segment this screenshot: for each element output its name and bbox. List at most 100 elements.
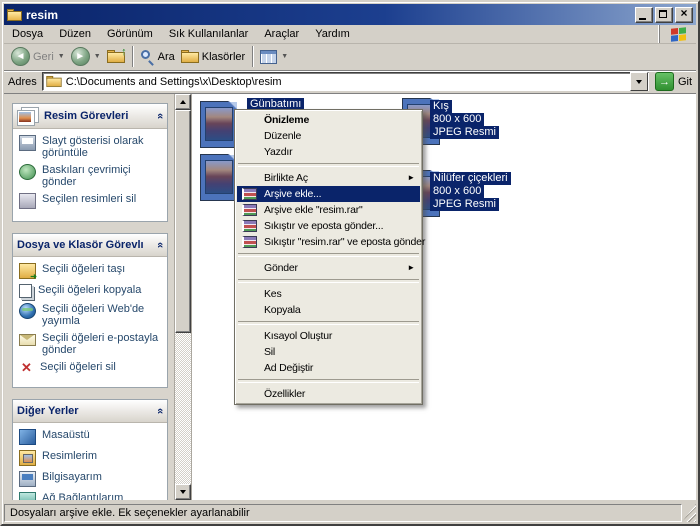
scroll-up-button[interactable] [175, 94, 191, 110]
windows-logo [659, 25, 696, 43]
window-title: resim [26, 8, 635, 22]
menu-bar: Dosya Düzen Görünüm Sık Kullanılanlar Ar… [4, 25, 696, 44]
menu-duzen[interactable]: Düzen [51, 26, 99, 42]
forward-dropdown-icon[interactable]: ▼ [94, 53, 101, 60]
folders-button[interactable]: Klasörler [178, 49, 248, 64]
toolbar-separator [252, 46, 253, 67]
menu-item-gonder[interactable]: Gönder► [237, 260, 420, 276]
menu-item-sikistir-eposta[interactable]: Sıkıştır ve eposta gönder... [237, 218, 420, 234]
toolbar: ◄ Geri ▼ ► ▼ ↑ Ara Klasörler ▼ [4, 43, 696, 71]
menu-item-yazdir[interactable]: Yazdır [237, 144, 420, 160]
collapse-chevron-icon[interactable]: « [154, 408, 166, 414]
file-thumbnail-hidden[interactable] [200, 154, 238, 201]
panel-file-folder-tasks-header[interactable]: Dosya ve Klasör Görevlı « [13, 234, 167, 257]
task-order-prints[interactable]: Baskıları çevrimiçi gönder [19, 164, 163, 188]
scroll-down-button[interactable] [175, 484, 191, 500]
search-button[interactable]: Ara [137, 48, 178, 65]
order-prints-online-icon [19, 164, 36, 180]
address-folder-icon [46, 76, 61, 87]
task-move-items[interactable]: Seçili öğeleri taşı [19, 263, 163, 279]
publish-web-icon [19, 303, 36, 319]
menu-item-duzenle[interactable]: Düzenle [237, 128, 420, 144]
address-combo[interactable]: C:\Documents and Settings\x\Desktop\resi… [42, 72, 649, 91]
move-items-icon [19, 263, 36, 279]
maximize-button[interactable] [655, 7, 673, 23]
address-path[interactable]: C:\Documents and Settings\x\Desktop\resi… [66, 76, 282, 88]
menu-item-kes[interactable]: Kes [237, 286, 420, 302]
file-label-nilufer[interactable]: Nilüfer çiçekleri 800 x 600 JPEG Resmi [430, 172, 511, 211]
menu-separator [238, 253, 419, 257]
place-my-pictures[interactable]: Resimlerim [19, 450, 163, 466]
minimize-icon [639, 18, 646, 20]
views-button[interactable]: ▼ [257, 49, 291, 65]
views-dropdown-icon[interactable]: ▼ [281, 53, 288, 60]
winrar-icon [242, 220, 257, 232]
sidebar-scrollbar[interactable] [174, 94, 191, 500]
folder-icon [7, 9, 22, 21]
menu-dosya[interactable]: Dosya [4, 26, 51, 42]
close-button[interactable]: × [675, 7, 693, 23]
menu-araclar[interactable]: Araçlar [256, 26, 307, 42]
file-label-kis[interactable]: Kış 800 x 600 JPEG Resmi [430, 100, 499, 139]
email-items-icon [19, 334, 36, 346]
address-dropdown-button[interactable] [630, 72, 648, 91]
panel-picture-tasks-header[interactable]: Resim Görevleri « [13, 104, 167, 129]
scroll-down-icon [180, 490, 186, 494]
picture-tasks-icon [17, 107, 39, 125]
minimize-button[interactable] [635, 7, 653, 23]
panel-title: Dosya ve Klasör Görevlı [17, 239, 157, 251]
collapse-chevron-icon[interactable]: « [154, 242, 166, 248]
status-bar: Dosyaları arşive ekle. Ek seçenekler aya… [4, 502, 696, 522]
menu-separator [238, 163, 419, 167]
menu-item-sil[interactable]: Sil [237, 344, 420, 360]
menu-item-arsive-ekle-rar[interactable]: Arşive ekle "resim.rar" [237, 202, 420, 218]
back-dropdown-icon[interactable]: ▼ [58, 53, 65, 60]
menu-item-ozellikler[interactable]: Özellikler [237, 386, 420, 402]
panel-other-places-header[interactable]: Diğer Yerler « [13, 400, 167, 423]
place-desktop[interactable]: Masaüstü [19, 429, 163, 445]
delete-items-icon: ✕ [19, 361, 34, 375]
task-delete-items[interactable]: ✕ Seçili öğeleri sil [19, 361, 163, 375]
go-button[interactable]: → Git [655, 72, 692, 91]
menu-gorunum[interactable]: Görünüm [99, 26, 161, 42]
menu-item-birlikte-ac[interactable]: Birlikte Aç► [237, 170, 420, 186]
menu-yardim[interactable]: Yardım [307, 26, 358, 42]
toolbar-separator [132, 46, 133, 67]
close-icon: × [676, 6, 692, 20]
network-places-icon [19, 492, 36, 500]
menu-item-ad-degistir[interactable]: Ad Değiştir [237, 360, 420, 376]
slideshow-icon [19, 135, 36, 151]
menu-item-arsive-ekle[interactable]: Arşive ekle... [237, 186, 420, 202]
task-publish-web[interactable]: Seçili öğeleri Web'de yayımla [19, 303, 163, 327]
task-email-items[interactable]: Seçili öğeleri e-postayla gönder [19, 332, 163, 356]
task-copy-items[interactable]: Seçili öğeleri kopyala [19, 284, 163, 298]
up-button[interactable]: ↑ [104, 49, 128, 64]
place-network[interactable]: Ağ Bağlantılarım [19, 492, 163, 500]
menu-item-onizleme[interactable]: Önizleme [237, 112, 420, 128]
task-slideshow[interactable]: Slayt gösterisi olarak görüntüle [19, 135, 163, 159]
scroll-up-icon [180, 100, 186, 104]
collapse-chevron-icon[interactable]: « [154, 113, 166, 119]
menu-item-sikistir-rar-eposta[interactable]: Sıkıştır "resim.rar" ve eposta gönder [237, 234, 420, 250]
menu-separator [238, 379, 419, 383]
submenu-arrow-icon: ► [407, 170, 415, 186]
address-bar: Adres C:\Documents and Settings\x\Deskto… [4, 70, 696, 94]
back-button[interactable]: ◄ Geri ▼ [8, 46, 68, 67]
place-my-computer[interactable]: Bilgisayarım [19, 471, 163, 487]
scrollbar-thumb[interactable] [175, 110, 191, 333]
context-menu: Önizleme Düzenle Yazdır Birlikte Aç► Arş… [234, 109, 423, 405]
winrar-icon [242, 204, 257, 216]
menu-sik-kullanilanlar[interactable]: Sık Kullanılanlar [161, 26, 257, 42]
menu-item-kisayol-olustur[interactable]: Kısayol Oluştur [237, 328, 420, 344]
my-pictures-icon [19, 450, 36, 466]
address-label: Adres [8, 76, 37, 88]
title-bar[interactable]: resim × [4, 4, 696, 25]
resize-grip[interactable] [682, 504, 696, 522]
task-delete-pictures[interactable]: Seçilen resimleri sil [19, 193, 163, 209]
menu-item-kopyala[interactable]: Kopyala [237, 302, 420, 318]
menu-separator [238, 321, 419, 325]
folders-label: Klasörler [202, 51, 245, 63]
forward-button[interactable]: ► ▼ [68, 46, 104, 67]
forward-icon: ► [71, 47, 90, 66]
file-thumbnail-gunbatimi[interactable] [200, 101, 238, 148]
